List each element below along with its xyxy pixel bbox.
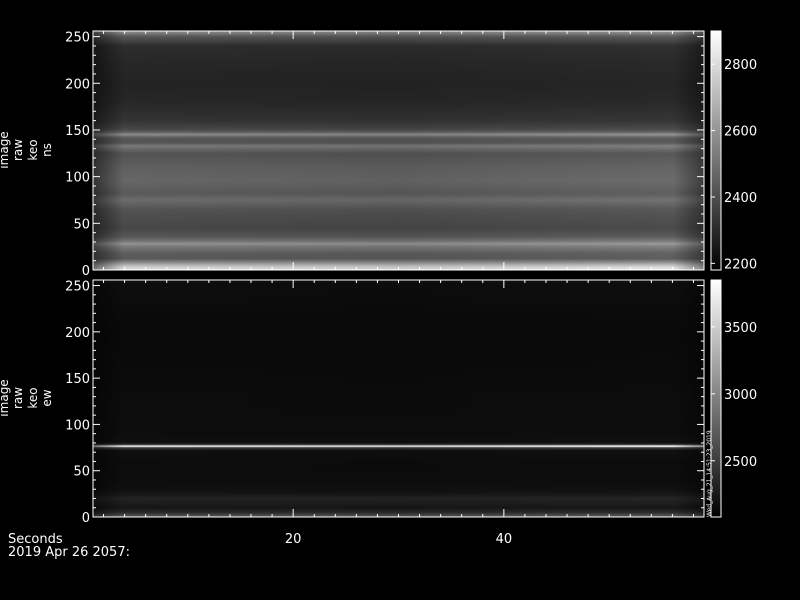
top-colorbar-tick-label: 2200: [724, 257, 757, 272]
top-panel: 0 50 100 150 200 250 image raw keo ns 2200 240…: [0, 30, 757, 279]
bottom-ytick-label: 0: [82, 511, 90, 526]
x-tick-label: 20: [285, 532, 302, 547]
bottom-ytick-label: 250: [65, 280, 90, 295]
top-ylabel-line-1: image: [0, 131, 11, 168]
bottom-ylabel-line-3: keo: [26, 387, 40, 408]
top-keogram-shading: [93, 31, 704, 270]
top-ytick-label: 0: [82, 264, 90, 279]
bottom-ytick-label: 200: [65, 326, 90, 341]
bottom-ylabel: image raw keo ew: [0, 379, 54, 416]
bottom-ytick-label: 150: [65, 372, 90, 387]
top-ytick-label: 250: [65, 31, 90, 46]
top-ylabel-line-3: keo: [26, 139, 40, 160]
figure: 050100150200250 image raw keo ns 2200240…: [0, 30, 757, 560]
top-ytick-label: 100: [65, 171, 90, 186]
bottom-ytick-label: 50: [73, 465, 90, 480]
bottom-colorbar-tick-label: 3000: [724, 388, 757, 403]
bottom-panel: 0 50 100 150 200 250 20 40 image raw keo ew 25…: [0, 279, 757, 547]
bottom-ylabel-line-4: ew: [40, 389, 54, 406]
bottom-side-label: Wed_Aug_21_14:51:23_2019: [706, 430, 713, 517]
top-ytick-label: 150: [65, 124, 90, 139]
bottom-colorbar-tick-label: 2500: [724, 455, 757, 470]
top-colorbar: [710, 30, 722, 271]
bottom-ylabel-line-1: image: [0, 379, 11, 416]
top-ytick-label: 50: [73, 217, 90, 232]
x-tick-label: 40: [496, 532, 513, 547]
bottom-keogram-shading: [93, 280, 704, 517]
top-ytick-label: 200: [65, 77, 90, 92]
bottom-colorbar-tick-label: 3500: [724, 321, 757, 336]
bottom-ylabel-line-2: raw: [11, 387, 25, 409]
top-colorbar-tick-label: 2600: [724, 125, 757, 140]
date-label: 2019 Apr 26 2057:: [8, 545, 130, 560]
top-ylabel: image raw keo ns: [0, 131, 54, 168]
top-ylabel-line-2: raw: [11, 139, 25, 161]
top-colorbar-tick-label: 2800: [724, 58, 757, 73]
bottom-ytick-label: 100: [65, 418, 90, 433]
top-colorbar-tick-label: 2400: [724, 191, 757, 206]
top-ylabel-line-4: ns: [40, 143, 54, 157]
